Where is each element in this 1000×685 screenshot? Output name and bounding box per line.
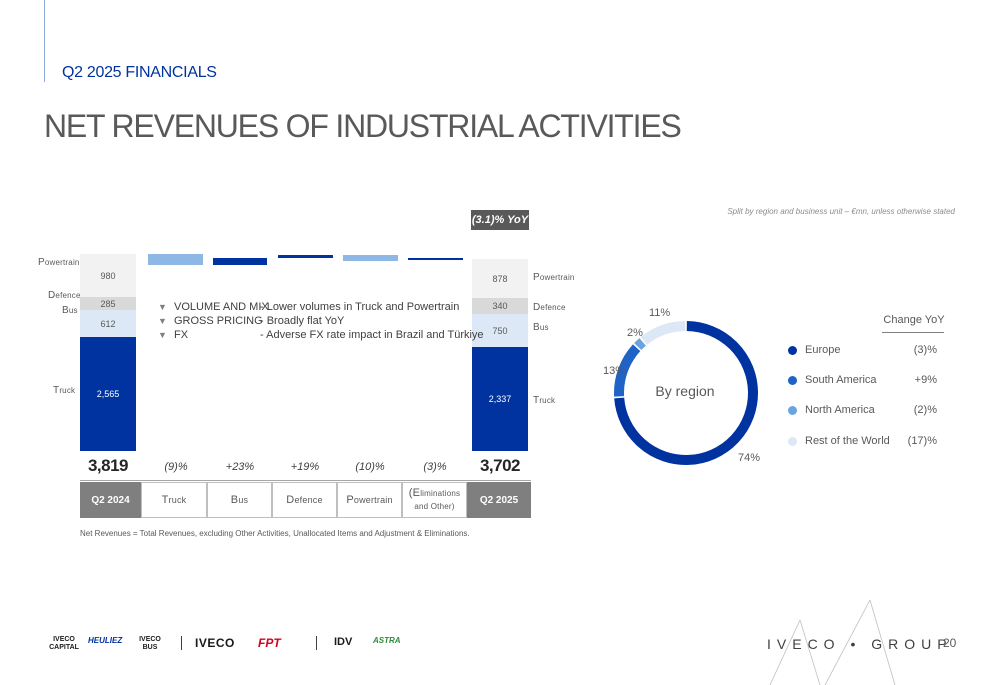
brand-logo-iveco: IVECO bbox=[195, 636, 235, 650]
iveco-group-logo: IVECO • GROUP bbox=[767, 636, 953, 652]
pct-label-north-america: 2% bbox=[627, 327, 643, 339]
brand-logo-fpt: FPT bbox=[258, 636, 281, 650]
brand-logo-heuliez: HEULIEZ bbox=[88, 636, 122, 645]
pct-label-europe: 74% bbox=[738, 452, 761, 464]
legend-item-south-america: South America +9% bbox=[788, 373, 937, 387]
legend-item-north-america: North America (2)% bbox=[788, 403, 937, 417]
donut-slice-rest-of-the-world bbox=[640, 321, 686, 345]
brand-separator bbox=[181, 636, 182, 650]
brand-logo-iveco-bus: IVECO BUS bbox=[133, 636, 167, 652]
brand-name: IVECO bbox=[195, 636, 235, 650]
legend-change: (3)% bbox=[913, 344, 937, 356]
legend-label: Europe bbox=[805, 344, 841, 356]
legend-dot-icon bbox=[788, 375, 797, 385]
page-number: 20 bbox=[943, 636, 957, 650]
legend-dot-icon bbox=[788, 405, 797, 415]
brand-name: IVECO BUS bbox=[139, 636, 161, 651]
legend-item-rest-of-world: Rest of the World (17)% bbox=[788, 434, 937, 448]
legend-dot-icon bbox=[788, 345, 797, 355]
legend-header: Change YoY bbox=[883, 314, 945, 326]
legend-label: South America bbox=[805, 374, 877, 386]
brand-name: IVECO CAPITAL bbox=[49, 636, 79, 651]
donut-slice-north-america bbox=[634, 338, 646, 351]
brand-name: ASTRA bbox=[373, 636, 401, 645]
pct-label-south-america: 13% bbox=[603, 365, 626, 377]
legend-label: North America bbox=[805, 404, 875, 416]
brand-name: IDV bbox=[334, 636, 353, 648]
brand-name: HEULIEZ bbox=[88, 636, 123, 645]
brand-separator bbox=[316, 636, 317, 650]
brand-name: FPT bbox=[258, 636, 281, 650]
legend-change: +9% bbox=[914, 374, 937, 386]
legend-label: Rest of the World bbox=[805, 435, 890, 447]
legend-change: (2)% bbox=[913, 404, 937, 416]
legend-change: (17)% bbox=[907, 435, 937, 447]
legend-dot-icon bbox=[788, 436, 797, 446]
donut-center-label: By region bbox=[655, 383, 715, 399]
brand-logo-astra: ASTRA bbox=[373, 636, 401, 645]
legend-header-underline bbox=[882, 332, 944, 333]
brand-logo-idv: IDV bbox=[334, 636, 352, 648]
brand-logo-iveco-capital: IVECO CAPITAL bbox=[44, 636, 84, 652]
pct-label-rest-of-world: 11% bbox=[649, 307, 671, 319]
legend-item-europe: Europe (3)% bbox=[788, 343, 937, 357]
